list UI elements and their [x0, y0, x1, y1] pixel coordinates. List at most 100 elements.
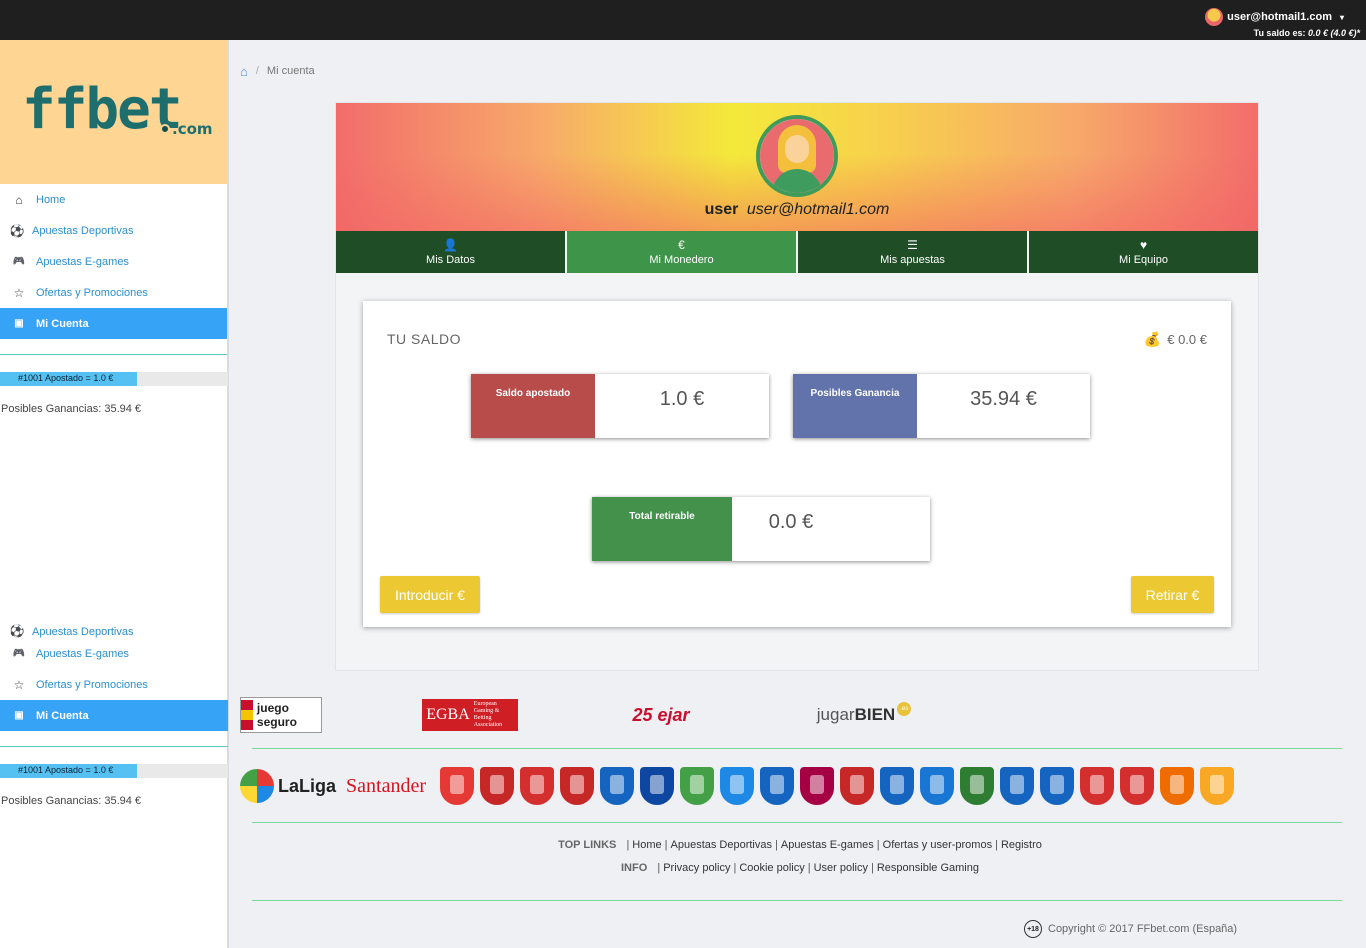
club-crest-icon[interactable]: [1200, 767, 1234, 805]
sidebar-item-label: Apuestas Deportivas: [32, 626, 134, 638]
logo-dot: [160, 124, 170, 134]
tab-mis-datos[interactable]: 👤 Mis Datos: [336, 231, 567, 273]
user-avatar-icon: [1205, 8, 1224, 26]
wallet-panel: TU SALDO 💰 € 0.0 € Saldo apostado 1.0 € …: [363, 301, 1231, 627]
club-crests: [440, 767, 1240, 805]
top-bar: user@hotmail1.com ▾ Tu saldo es: 0.0 € (…: [0, 0, 1366, 40]
tab-mis-apuestas[interactable]: ☰ Mis apuestas: [798, 231, 1029, 273]
club-crest-icon[interactable]: [520, 767, 554, 805]
santander-text: Santander: [346, 774, 426, 797]
club-crest-icon[interactable]: [1120, 767, 1154, 805]
laliga-ball-icon: [240, 769, 274, 803]
tab-mi-equipo[interactable]: ♥ Mi Equipo: [1029, 231, 1258, 273]
id-card-icon: ▣: [14, 710, 24, 721]
star-icon: ☆: [13, 285, 25, 300]
footer-divider: [252, 748, 1342, 749]
soccer-ball-icon: ⚽: [9, 624, 25, 638]
laliga-clubs: LaLiga Santander: [240, 764, 1360, 808]
club-crest-icon[interactable]: [640, 767, 674, 805]
sidebar-item-mi-cuenta[interactable]: ▣ Mi Cuenta: [0, 700, 228, 731]
home-icon[interactable]: ⌂: [240, 64, 248, 79]
club-crest-icon[interactable]: [600, 767, 634, 805]
footer-link[interactable]: Apuestas Deportivas: [671, 839, 773, 851]
sidebar-item-mi-cuenta[interactable]: ▣ Mi Cuenta: [0, 308, 227, 339]
footer-link[interactable]: Cookie policy: [739, 862, 804, 874]
bet-progress: #1001 Apostado = 1.0 €: [0, 764, 228, 778]
jugarbien-bold: BIEN: [854, 705, 896, 724]
saldo-apostado-card: Saldo apostado 1.0 €: [471, 374, 769, 438]
club-crest-icon[interactable]: [720, 767, 754, 805]
club-crest-icon[interactable]: [1160, 767, 1194, 805]
saldo-apostado-label: Saldo apostado: [471, 374, 595, 438]
club-crest-icon[interactable]: [1000, 767, 1034, 805]
club-crest-icon[interactable]: [800, 767, 834, 805]
logo[interactable]: ffbet .com: [0, 40, 228, 184]
juego-seguro-logo[interactable]: juego seguro: [240, 697, 322, 733]
link-separator: |: [871, 862, 874, 874]
link-separator: |: [657, 862, 661, 874]
avatar: [756, 115, 838, 197]
breadcrumb-current: Mi cuenta: [266, 65, 315, 77]
club-crest-icon[interactable]: [480, 767, 514, 805]
laliga-logo[interactable]: LaLiga Santander: [240, 769, 426, 803]
spain-flag-icon: [241, 700, 253, 730]
sidebar-item-ofertas[interactable]: ☆ Ofertas y Promociones: [0, 669, 228, 700]
bet-progress-label: #1001 Apostado = 1.0 €: [18, 373, 114, 383]
club-crest-icon[interactable]: [1080, 767, 1114, 805]
tab-label: Mis Datos: [426, 254, 475, 266]
tab-label: Mi Equipo: [1119, 254, 1168, 266]
footer-link[interactable]: Responsible Gaming: [877, 862, 979, 874]
wallet-title: TU SALDO: [387, 331, 462, 347]
posibles-ganancias: Posibles Ganancias: 35.94 €: [1, 403, 142, 415]
ejar-logo[interactable]: 25 ejar: [616, 697, 706, 733]
home-icon: ⌂: [15, 192, 23, 207]
account-card: user user@hotmail1.com 👤 Mis Datos € Mi …: [335, 102, 1259, 671]
withdraw-button[interactable]: Retirar €: [1131, 576, 1214, 613]
footer-link[interactable]: Home: [632, 839, 661, 851]
user-menu[interactable]: user@hotmail1.com ▾: [1205, 8, 1344, 26]
egba-subtext: European Gaming & Betting Association: [473, 701, 503, 728]
user-email: user@hotmail1.com: [1227, 11, 1332, 23]
egba-logo[interactable]: EGBA European Gaming & Betting Associati…: [422, 699, 518, 731]
posibles-ganancia-label: Posibles Ganancia: [793, 374, 917, 438]
tab-label: Mis apuestas: [880, 254, 945, 266]
club-crest-icon[interactable]: [920, 767, 954, 805]
posibles-ganancia-value: 35.94 €: [970, 388, 1037, 410]
posibles-ganancias: Posibles Ganancias: 35.94 €: [1, 795, 142, 807]
profile-email: user@hotmail1.com: [746, 201, 890, 218]
sidebar-item-apuestas-deportivas[interactable]: ⚽ Apuestas Deportivas: [0, 215, 227, 246]
link-separator: |: [733, 862, 737, 874]
sidebar-item-apuestas-deportivas[interactable]: ⚽ Apuestas Deportivas: [0, 618, 228, 638]
info-links-label: INFO: [621, 862, 648, 874]
footer-link[interactable]: Ofertas y user-promos: [883, 839, 992, 851]
sidebar-item-label: Ofertas y Promociones: [36, 286, 148, 299]
club-crest-icon[interactable]: [960, 767, 994, 805]
sidebar-item-apuestas-egames[interactable]: 🎮 Apuestas E-games: [0, 638, 228, 669]
sidebar-nav: ⌂ Home ⚽ Apuestas Deportivas 🎮 Apuestas …: [0, 184, 227, 339]
top-links-row: TOP LINKS | Home | Apuestas Deportivas | Apue…: [240, 839, 1360, 851]
sidebar-item-apuestas-egames[interactable]: 🎮 Apuestas E-games: [0, 246, 227, 277]
money-bag-icon: 💰: [1143, 331, 1162, 347]
club-crest-icon[interactable]: [880, 767, 914, 805]
age-18-icon: +18: [1024, 920, 1042, 938]
info-links-row: INFO | Privacy policy | Cookie policy | User …: [240, 862, 1360, 874]
sidebar-item-home[interactable]: ⌂ Home: [0, 184, 227, 215]
soccer-ball-icon: ⚽: [9, 223, 25, 238]
club-crest-icon[interactable]: [1040, 767, 1074, 805]
footer-link[interactable]: Privacy policy: [663, 862, 730, 874]
footer-link[interactable]: Apuestas E-games: [781, 839, 874, 851]
sidebar-item-ofertas[interactable]: ☆ Ofertas y Promociones: [0, 277, 227, 308]
profile-username: user user@hotmail1.com: [336, 201, 1258, 219]
club-crest-icon[interactable]: [680, 767, 714, 805]
sidebar-item-label: Apuestas E-games: [36, 255, 129, 268]
club-crest-icon[interactable]: [760, 767, 794, 805]
club-crest-icon[interactable]: [560, 767, 594, 805]
euro-icon: €: [678, 238, 685, 252]
deposit-button[interactable]: Introducir €: [380, 576, 480, 613]
jugarbien-logo[interactable]: jugar BIEN .es: [816, 697, 912, 733]
club-crest-icon[interactable]: [440, 767, 474, 805]
footer-link[interactable]: User policy: [814, 862, 868, 874]
club-crest-icon[interactable]: [840, 767, 874, 805]
tab-mi-monedero[interactable]: € Mi Monedero: [567, 231, 798, 273]
footer-link[interactable]: Registro: [1001, 839, 1042, 851]
